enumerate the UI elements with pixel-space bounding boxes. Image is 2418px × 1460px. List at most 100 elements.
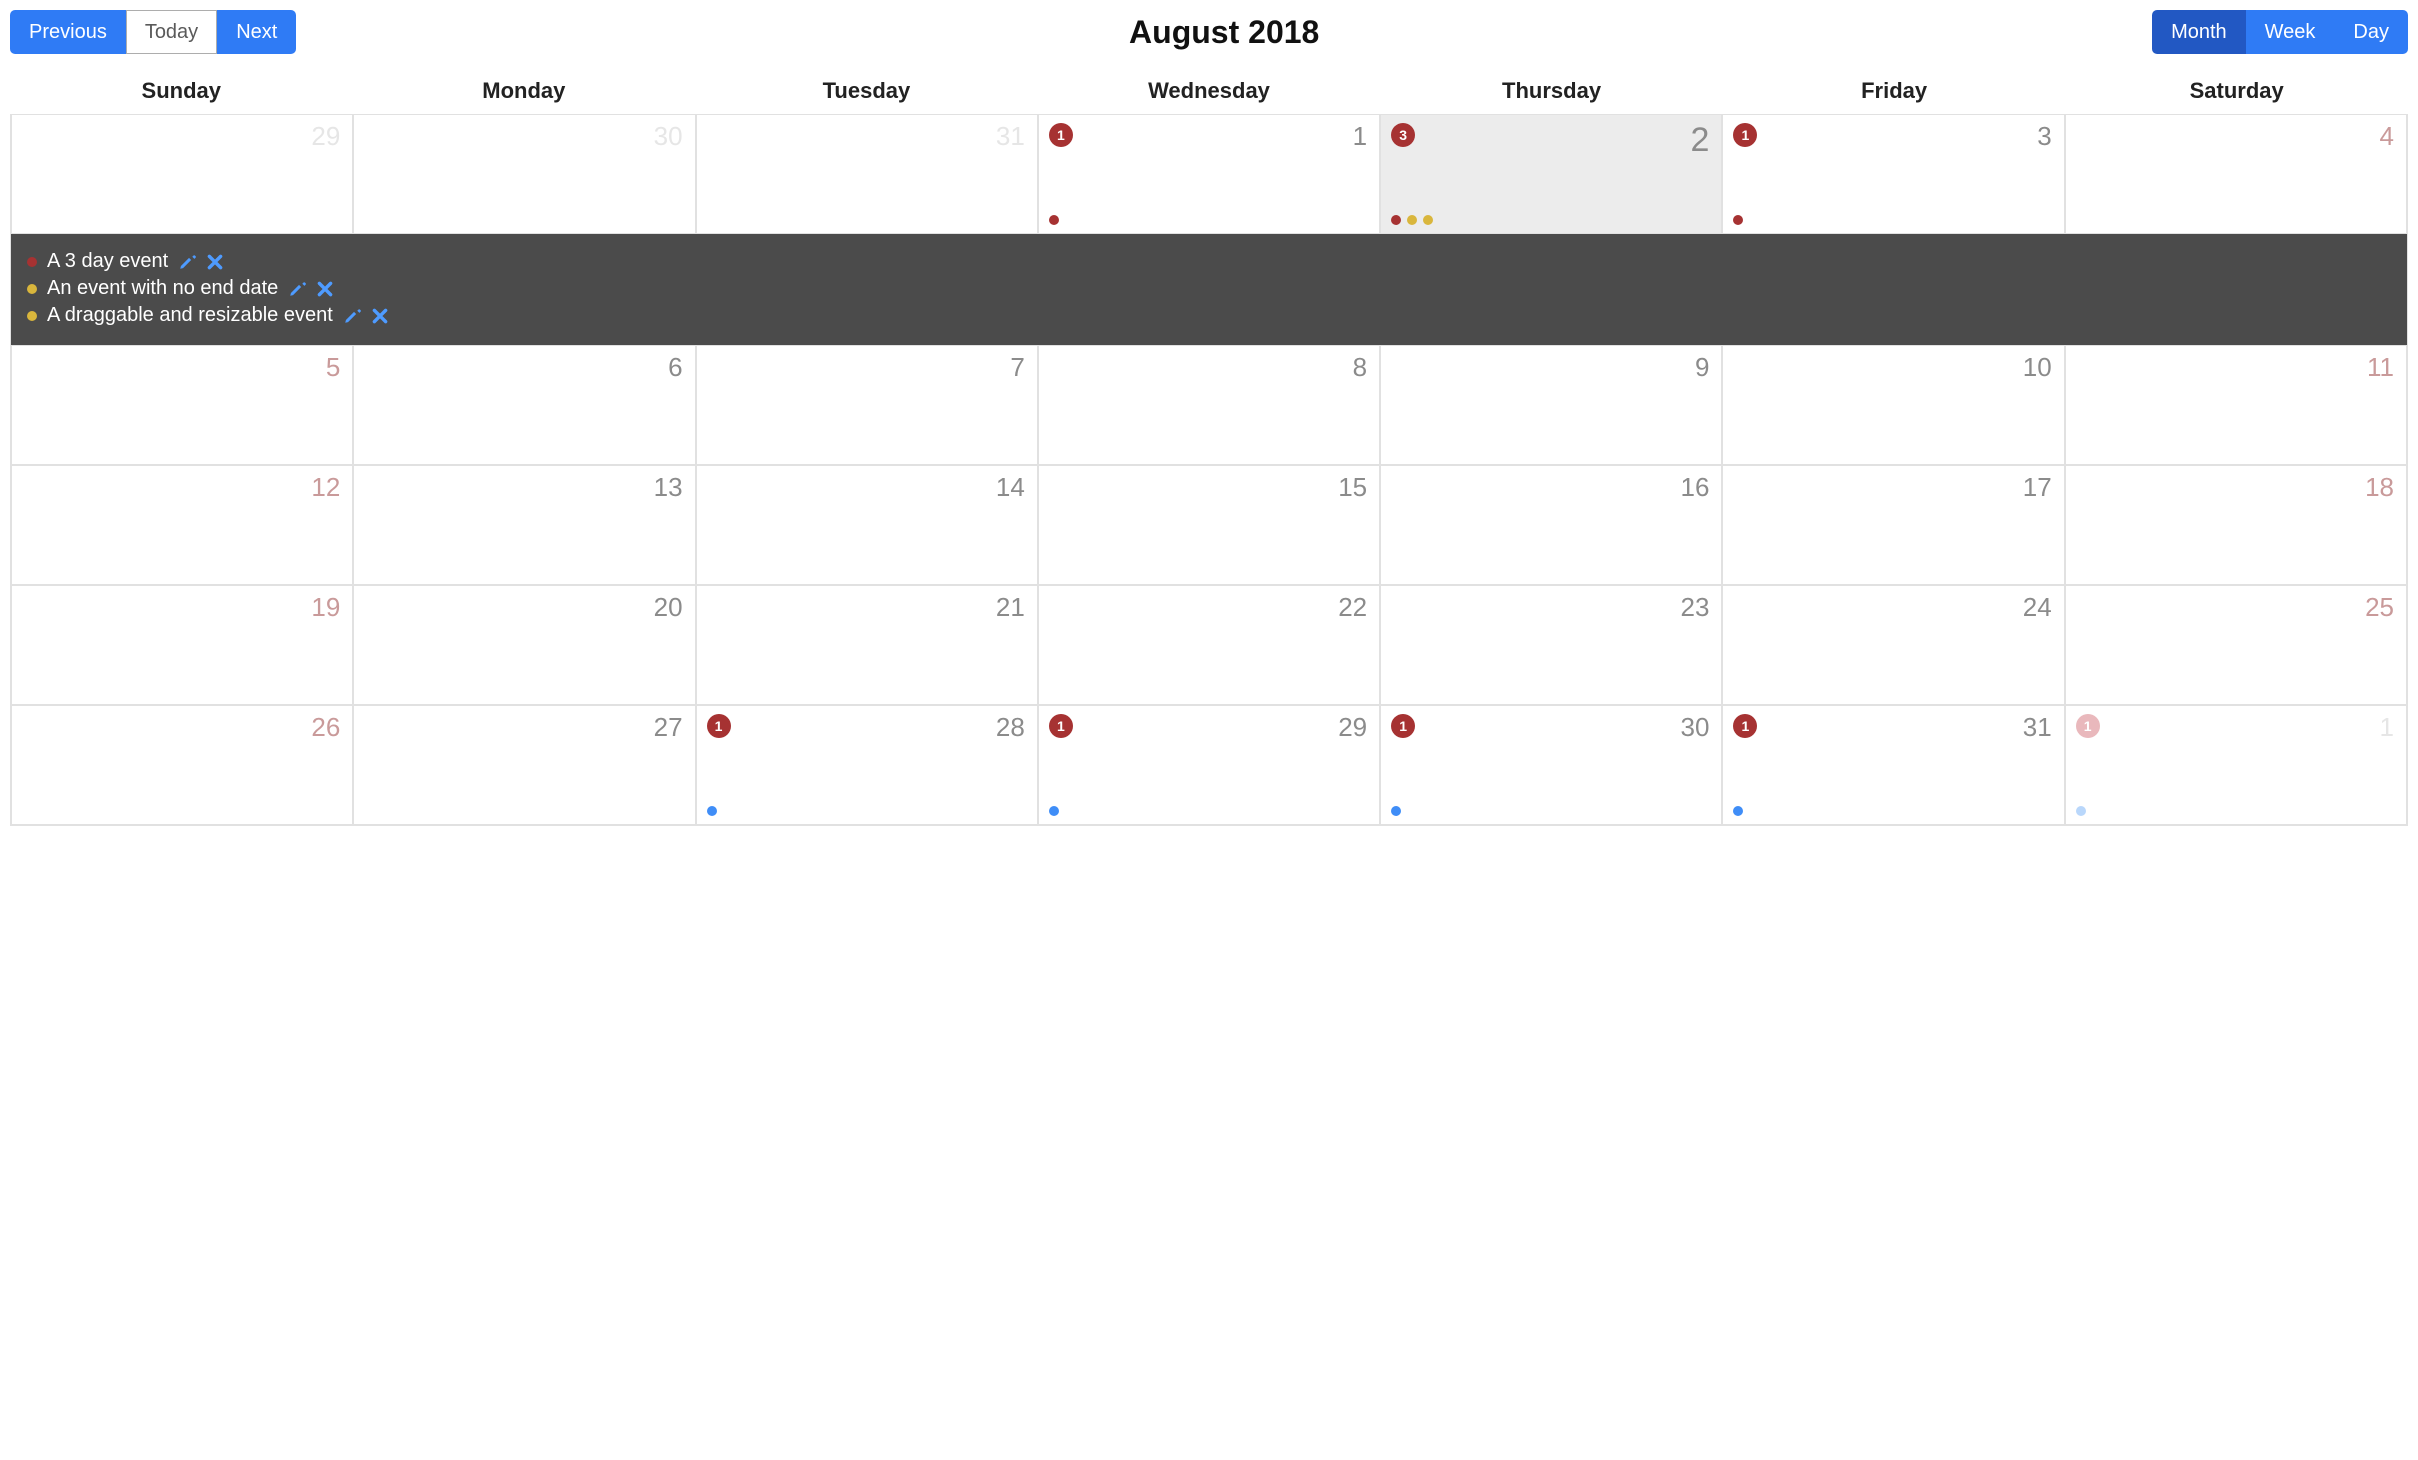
day-cell[interactable]: 30 1	[1380, 705, 1722, 825]
day-cell[interactable]: 9	[1380, 345, 1722, 465]
open-day-events-panel: A 3 day event An event with no end dateA …	[11, 234, 2407, 345]
day-number: 23	[1681, 592, 1710, 623]
nav-button-group: Previous Today Next	[10, 10, 296, 54]
day-cell[interactable]: 7	[696, 345, 1038, 465]
day-number: 24	[2023, 592, 2052, 623]
day-cell[interactable]: 11	[2065, 705, 2407, 825]
view-day-button[interactable]: Day	[2334, 10, 2408, 54]
day-number: 15	[1338, 472, 1367, 503]
view-month-button[interactable]: Month	[2152, 10, 2246, 54]
event-line: A draggable and resizable event	[27, 302, 2391, 329]
day-cell[interactable]: 29	[11, 114, 353, 234]
event-count-badge[interactable]: 1	[707, 714, 731, 738]
day-number: 29	[311, 121, 340, 152]
week-row: 121314 15 16 17 18	[11, 465, 2407, 585]
event-count-badge[interactable]: 1	[1733, 714, 1757, 738]
day-cell[interactable]: 16	[1380, 465, 1722, 585]
day-cell[interactable]: 18	[2065, 465, 2407, 585]
event-dot	[1391, 215, 1401, 225]
event-count-badge[interactable]: 1	[1049, 123, 1073, 147]
event-dot	[707, 806, 717, 816]
day-cell[interactable]: 4	[2065, 114, 2407, 234]
day-number: 31	[2023, 712, 2052, 743]
day-number: 7	[1010, 352, 1024, 383]
week-row: 2930311123314	[11, 114, 2407, 234]
day-number: 26	[311, 712, 340, 743]
day-cell[interactable]: 17	[1722, 465, 2064, 585]
day-cell[interactable]: 14	[696, 465, 1038, 585]
event-dots	[1049, 215, 1059, 225]
event-dots	[1049, 806, 1059, 816]
day-number: 8	[1353, 352, 1367, 383]
day-number: 30	[654, 121, 683, 152]
next-button[interactable]: Next	[217, 10, 296, 54]
day-cell[interactable]: 20	[353, 585, 695, 705]
day-cell[interactable]: 281	[696, 705, 1038, 825]
day-number: 27	[654, 712, 683, 743]
event-count-badge[interactable]: 1	[2076, 714, 2100, 738]
day-cell[interactable]: 21	[696, 585, 1038, 705]
edit-icon[interactable]	[343, 307, 361, 325]
event-dot	[1423, 215, 1433, 225]
day-cell[interactable]: 31	[1722, 114, 2064, 234]
day-number: 29	[1338, 712, 1367, 743]
event-count-badge[interactable]: 1	[1733, 123, 1757, 147]
day-number: 9	[1695, 352, 1709, 383]
edit-icon[interactable]	[178, 253, 196, 271]
day-cell[interactable]: 23	[1380, 114, 1722, 234]
week-row: 19 20 21 22 23 24 25	[11, 585, 2407, 705]
previous-button[interactable]: Previous	[10, 10, 126, 54]
event-count-badge[interactable]: 3	[1391, 123, 1415, 147]
day-cell[interactable]: 26	[11, 705, 353, 825]
day-header: Monday	[353, 68, 696, 114]
event-title: An event with no end date	[47, 277, 278, 300]
day-cell[interactable]: 8	[1038, 345, 1380, 465]
view-week-button[interactable]: Week	[2246, 10, 2335, 54]
view-button-group: Month Week Day	[2152, 10, 2408, 54]
delete-icon[interactable]	[316, 280, 334, 298]
day-cell[interactable]: 29 1	[1038, 705, 1380, 825]
day-number: 22	[1338, 592, 1367, 623]
day-headers-row: Sunday Monday Tuesday Wednesday Thursday…	[10, 68, 2408, 114]
event-dots	[2076, 806, 2086, 816]
day-header: Sunday	[10, 68, 353, 114]
day-number: 30	[1681, 712, 1710, 743]
day-number: 18	[2365, 472, 2394, 503]
event-dot	[1049, 215, 1059, 225]
day-cell[interactable]: 13	[353, 465, 695, 585]
day-cell[interactable]: 30	[353, 114, 695, 234]
edit-icon[interactable]	[288, 280, 306, 298]
day-cell[interactable]: 24	[1722, 585, 2064, 705]
day-cell[interactable]: 27	[353, 705, 695, 825]
event-count-badge[interactable]: 1	[1391, 714, 1415, 738]
day-cell[interactable]: 11	[2065, 345, 2407, 465]
event-title: A 3 day event	[47, 250, 168, 273]
event-dot	[1733, 806, 1743, 816]
day-number: 19	[311, 592, 340, 623]
day-cell[interactable]: 25	[2065, 585, 2407, 705]
event-dots	[1391, 215, 1433, 225]
day-number: 5	[326, 352, 340, 383]
calendar-toolbar: Previous Today Next August 2018 Month We…	[10, 10, 2408, 68]
day-cell[interactable]: 6	[353, 345, 695, 465]
day-cell[interactable]: 22	[1038, 585, 1380, 705]
delete-icon[interactable]	[206, 253, 224, 271]
today-button[interactable]: Today	[126, 10, 217, 54]
day-cell[interactable]: 5	[11, 345, 353, 465]
event-count-badge[interactable]: 1	[1049, 714, 1073, 738]
day-number: 21	[996, 592, 1025, 623]
day-cell[interactable]: 19	[11, 585, 353, 705]
event-color-dot	[27, 257, 37, 267]
day-cell[interactable]: 11	[1038, 114, 1380, 234]
day-cell[interactable]: 15	[1038, 465, 1380, 585]
day-cell[interactable]: 31 1	[1722, 705, 2064, 825]
day-number: 16	[1681, 472, 1710, 503]
delete-icon[interactable]	[371, 307, 389, 325]
day-header: Saturday	[2065, 68, 2408, 114]
day-cell[interactable]: 31	[696, 114, 1038, 234]
day-cell[interactable]: 12	[11, 465, 353, 585]
event-dot	[1407, 215, 1417, 225]
day-cell[interactable]: 23	[1380, 585, 1722, 705]
day-cell[interactable]: 10	[1722, 345, 2064, 465]
event-dots	[1733, 806, 1743, 816]
